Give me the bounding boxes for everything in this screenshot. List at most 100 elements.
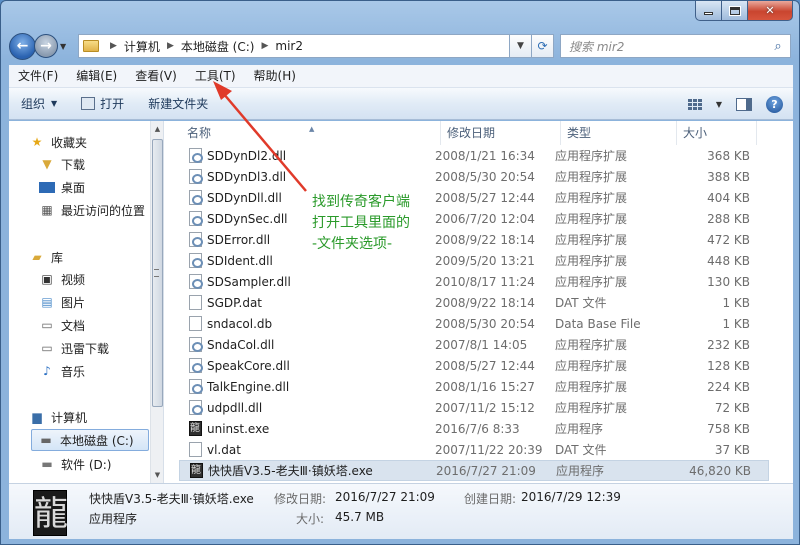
forward-button[interactable]: → — [34, 34, 58, 58]
column-type[interactable]: 类型 — [561, 121, 677, 145]
desktop-icon — [39, 181, 55, 193]
nav-downloads[interactable]: ▼ 下载 — [39, 153, 85, 175]
file-name: udpdll.dll — [207, 400, 263, 415]
main-area: ★ 收藏夹 ▼ 下载 桌面 ▦ 最近访问的位置 ▰ 库 ▣ 视频 ▤ 图片 ▭ … — [9, 121, 793, 483]
new-folder-button[interactable]: 新建文件夹 — [136, 88, 220, 120]
explorer-window: ✕ ← → ▼ ▶ 计算机 ▶ 本地磁盘 (C:) ▶ mir2 ▼ ⟳ 搜索 … — [0, 0, 800, 545]
column-size[interactable]: 大小 — [677, 121, 757, 145]
file-name-cell: 快快盾V3.5-老夫Ⅲ·镇妖塔.exe — [180, 462, 436, 479]
breadcrumb-computer[interactable]: 计算机 — [124, 38, 160, 55]
open-button[interactable]: 打开 — [69, 88, 136, 120]
file-size: 388 KB — [707, 169, 750, 184]
file-size: 37 KB — [714, 442, 750, 457]
nav-videos[interactable]: ▣ 视频 — [39, 268, 85, 290]
minimize-button[interactable] — [695, 1, 722, 21]
file-name-cell: SpeakCore.dll — [179, 358, 435, 373]
file-date: 2008/5/27 12:44 — [435, 190, 535, 205]
table-row[interactable]: uninst.exe 2016/7/6 8:33 应用程序 758 KB — [179, 418, 769, 439]
open-label: 打开 — [100, 97, 125, 111]
nav-pictures[interactable]: ▤ 图片 — [39, 291, 85, 313]
nav-recent[interactable]: ▦ 最近访问的位置 — [39, 199, 145, 221]
table-row[interactable]: SDDynDll.dll 2008/5/27 12:44 应用程序扩展 404 KB — [179, 187, 769, 208]
table-row[interactable]: udpdll.dll 2007/11/2 15:12 应用程序扩展 72 KB — [179, 397, 769, 418]
scroll-up-arrow-icon[interactable]: ▲ — [151, 121, 163, 137]
file-name-cell: sndacol.db — [179, 316, 435, 331]
scroll-down-arrow-icon[interactable]: ▼ — [151, 467, 163, 483]
chevron-right-icon[interactable]: ▶ — [110, 41, 117, 51]
table-row[interactable]: SDDynSec.dll 2006/7/20 12:04 应用程序扩展 288 KB — [179, 208, 769, 229]
picture-icon: ▤ — [41, 295, 53, 309]
file-date: 2008/5/30 20:54 — [435, 316, 535, 331]
maximize-button[interactable] — [722, 1, 748, 21]
file-name: SDDynDl2.dll — [207, 148, 287, 163]
file-name-cell: uninst.exe — [179, 421, 435, 436]
nav-scrollbar[interactable]: ▲ ▼ — [150, 121, 163, 483]
menu-tools[interactable]: 工具(T) — [186, 65, 245, 88]
table-row[interactable]: SDError.dll 2008/9/22 18:14 应用程序扩展 472 KB — [179, 229, 769, 250]
downloads-folder-icon: ▼ — [42, 157, 52, 171]
document-icon: ▭ — [41, 318, 53, 332]
chevron-right-icon[interactable]: ▶ — [167, 41, 174, 51]
file-date: 2008/9/22 18:14 — [435, 295, 535, 310]
file-date: 2016/7/6 8:33 — [435, 421, 520, 436]
nav-favorites[interactable]: ★ 收藏夹 — [29, 131, 87, 153]
address-bar[interactable]: ▶ 计算机 ▶ 本地磁盘 (C:) ▶ mir2 — [78, 34, 510, 58]
table-row[interactable]: SDDynDl2.dll 2008/1/21 16:34 应用程序扩展 368 KB — [179, 145, 769, 166]
nav-libraries[interactable]: ▰ 库 — [29, 246, 63, 268]
menu-file[interactable]: 文件(F) — [9, 65, 67, 88]
recent-pages-dropdown[interactable]: ▼ — [60, 42, 72, 51]
search-box[interactable]: 搜索 mir2 ⌕ — [560, 34, 791, 58]
table-row[interactable]: sndacol.db 2008/5/30 20:54 Data Base File 1… — [179, 313, 769, 334]
file-size: 448 KB — [707, 253, 750, 268]
nav-software-d[interactable]: ▬ 软件 (D:) — [39, 453, 111, 475]
table-row[interactable]: SGDP.dat 2008/9/22 18:14 DAT 文件 1 KB — [179, 292, 769, 313]
table-row[interactable]: TalkEngine.dll 2008/1/16 15:27 应用程序扩展 224 K… — [179, 376, 769, 397]
table-row[interactable]: SndaCol.dll 2007/8/1 14:05 应用程序扩展 232 KB — [179, 334, 769, 355]
search-icon[interactable]: ⌕ — [766, 39, 790, 54]
menu-help[interactable]: 帮助(H) — [245, 65, 305, 88]
nav-thunder[interactable]: ▭ 迅雷下载 — [39, 337, 109, 359]
nav-documents[interactable]: ▭ 文档 — [39, 314, 85, 336]
table-row[interactable]: vl.dat 2007/11/22 20:39 DAT 文件 37 KB — [179, 439, 769, 460]
file-date: 2008/1/21 16:34 — [435, 148, 535, 163]
table-row[interactable]: SDIdent.dll 2009/5/20 13:21 应用程序扩展 448 KB — [179, 250, 769, 271]
preview-pane-icon[interactable] — [736, 97, 752, 111]
help-icon[interactable]: ? — [766, 95, 783, 113]
nav-label: 收藏夹 — [51, 135, 88, 150]
close-button[interactable]: ✕ — [748, 1, 793, 21]
breadcrumb-mir2[interactable]: mir2 — [275, 39, 303, 53]
menu-edit[interactable]: 编辑(E) — [67, 65, 126, 88]
breadcrumb-local-disk[interactable]: 本地磁盘 (C:) — [181, 38, 255, 55]
table-row[interactable]: SDDynDl3.dll 2008/5/30 20:54 应用程序扩展 388 KB — [179, 166, 769, 187]
navigation-bar: ← → ▼ ▶ 计算机 ▶ 本地磁盘 (C:) ▶ mir2 ▼ ⟳ 搜索 mi… — [9, 32, 791, 60]
address-dropdown-button[interactable]: ▼ — [510, 34, 532, 58]
nav-local-disk-c[interactable]: ▬ 本地磁盘 (C:) — [31, 429, 149, 451]
star-icon: ★ — [31, 135, 43, 149]
chevron-down-icon: ▼ — [517, 41, 524, 51]
table-row[interactable]: SpeakCore.dll 2008/5/27 12:44 应用程序扩展 128 KB — [179, 355, 769, 376]
dll-icon — [189, 358, 203, 373]
change-view-button[interactable]: ▼ — [687, 98, 722, 110]
refresh-button[interactable]: ⟳ — [532, 34, 554, 58]
nav-music[interactable]: ♪ 音乐 — [39, 360, 85, 382]
nav-label: 本地磁盘 (C:) — [60, 433, 134, 448]
file-type: 应用程序扩展 — [555, 359, 628, 373]
menu-view[interactable]: 查看(V) — [126, 65, 186, 88]
file-name: sndacol.db — [207, 316, 273, 331]
table-row[interactable]: SDSampler.dll 2010/8/17 11:24 应用程序扩展 130 KB — [179, 271, 769, 292]
organize-button[interactable]: 组织 ▼ — [9, 88, 69, 120]
nav-computer[interactable]: ▆ 计算机 — [29, 406, 87, 428]
chevron-down-icon: ▼ — [51, 99, 58, 108]
chevron-right-icon[interactable]: ▶ — [261, 41, 268, 51]
file-date: 2008/5/30 20:54 — [435, 169, 535, 184]
file-name: SndaCol.dll — [207, 337, 275, 352]
back-button[interactable]: ← — [9, 32, 36, 60]
column-name[interactable]: 名称 ▲ — [169, 121, 441, 145]
column-date[interactable]: 修改日期 — [441, 121, 561, 145]
nav-desktop[interactable]: 桌面 — [39, 176, 85, 198]
file-name-cell: vl.dat — [179, 442, 435, 457]
dll-icon — [189, 169, 203, 184]
search-input[interactable]: 搜索 mir2 — [569, 38, 766, 55]
file-name-cell: SDDynDl2.dll — [179, 148, 435, 163]
table-row[interactable]: 快快盾V3.5-老夫Ⅲ·镇妖塔.exe 2016/7/27 21:09 应用程序 46… — [179, 460, 769, 481]
